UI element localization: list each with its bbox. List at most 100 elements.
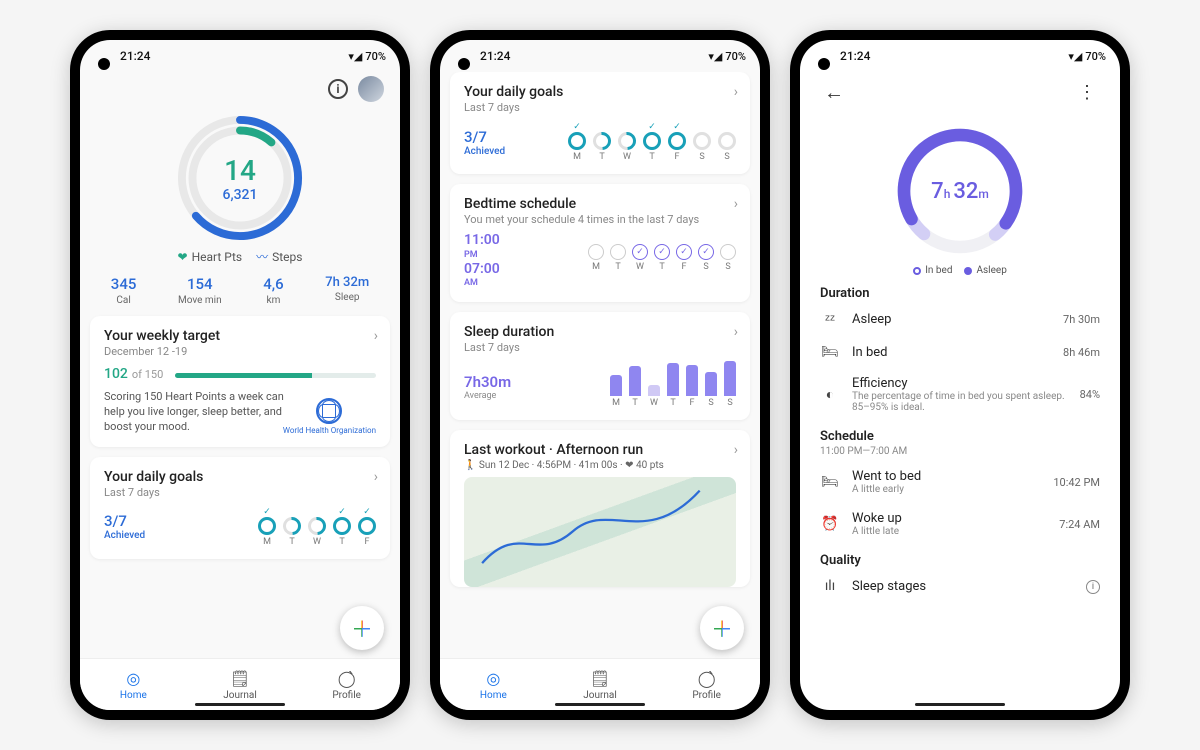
globe-icon [316,398,342,424]
card-bedtime-schedule[interactable]: › Bedtime schedule You met your schedule… [450,184,750,302]
avatar[interactable] [358,76,384,102]
workout-map[interactable] [464,477,736,587]
stat-movemin[interactable]: 154Move min [178,275,222,306]
sleep-ring: 7h 32m [890,121,1030,261]
daily-score: 3/7 Achieved [104,512,145,541]
card-title: Last workout · Afternoon run [464,442,736,458]
card-weekly-target[interactable]: › Your weekly target December 12 -19 102… [90,316,390,447]
bedtime-day: ✓F [676,244,692,272]
detail-row[interactable]: ᶻᶻ Asleep 7h 30m [816,303,1104,336]
profile-icon: ◯̀ [337,668,357,688]
sleep-bar [629,366,641,396]
day-circle: W [618,122,636,162]
day-circle: ✓T [333,507,351,547]
card-sleep-duration[interactable]: › Sleep duration Last 7 days 7h30m Avera… [450,312,750,420]
section-quality: Quality [816,553,1104,568]
stats-row: 345Cal 154Move min 4,6km 7h 32mSleep [90,275,390,306]
heart-pts-value: 14 [224,154,256,187]
journal-icon: 🗒 [590,668,610,688]
gesture-bar [195,703,285,706]
bedtime-day: ✓W [632,244,648,272]
daily-score: 3/7 Achieved [464,128,505,157]
heart-icon: ❤ [178,250,188,264]
sleep-bar [705,372,717,395]
day-circles: ✓MTW✓T✓F [258,507,376,547]
card-subtitle: December 12 -19 [104,345,376,358]
day-circle: S [718,122,736,162]
nav-profile[interactable]: ◯̀Profile [293,659,400,710]
day-circle: ✓T [643,122,661,162]
gesture-bar [915,703,1005,706]
bedtime-day: T [610,244,626,272]
clock: 21:24 [120,49,150,63]
bedtime-day: M [588,244,604,272]
info-icon[interactable]: i [1086,580,1100,594]
back-button[interactable]: ← [822,76,846,109]
eff-icon: ◐ [820,386,840,403]
day-circle: ✓M [568,122,586,162]
stages-icon: ılı [820,578,840,594]
more-icon[interactable]: ⋮ [1076,78,1098,107]
plus-icon: ＋ [711,612,733,644]
bedtime-day: ✓T [654,244,670,272]
card-title: Your daily goals [104,469,376,485]
zzz-icon: ᶻᶻ [820,311,840,328]
chevron-right-icon: › [734,442,738,458]
day-circle: ✓M [258,507,276,547]
steps-value: 6,321 [223,187,258,203]
day-circle: T [593,122,611,162]
sleep-bar [667,363,679,395]
phone-home: 21:24 ▾◢ 70% i 14 6,321 [70,30,410,720]
info-icon[interactable]: i [328,79,348,99]
sleep-bar [610,375,622,396]
ring-legend: ❤ Heart Pts 〰 Steps [90,248,390,265]
detail-row[interactable]: 🛏 In bed 8h 46m [816,336,1104,368]
plus-icon: ＋ [351,612,373,644]
card-daily-goals[interactable]: › Your daily goals Last 7 days 3/7 Achie… [450,72,750,174]
day-circle: ✓F [358,507,376,547]
card-title: Bedtime schedule [464,196,736,212]
phone-cards: 21:24 ▾◢ 70% › Your daily goals Last 7 d… [430,30,770,720]
chevron-right-icon: › [734,196,738,212]
section-schedule: Schedule [816,429,1104,444]
status-bar: 21:24 ▾◢ 70% [440,40,760,72]
clock: 21:24 [480,49,510,63]
fab-add[interactable]: ＋ [340,606,384,650]
chevron-right-icon: › [374,469,378,485]
progress-bar [175,373,376,378]
card-daily-goals[interactable]: › Your daily goals Last 7 days 3/7 Achie… [90,457,390,559]
sleep-bar [686,365,698,396]
nav-home[interactable]: ◎Home [440,659,547,710]
status-icons: ▾◢ 70% [708,50,746,63]
card-title: Your weekly target [104,328,376,344]
chevron-right-icon: › [374,328,378,344]
section-duration: Duration [816,286,1104,301]
bedtime-days: MT✓W✓T✓F✓SS [588,244,736,272]
workout-meta: 🚶 Sun 12 Dec · 4:56PM · 41m 00s · ❤ 40 p… [464,460,736,471]
gesture-bar [555,703,645,706]
sleep-average: 7h30m Average [464,373,511,401]
status-icons: ▾◢ 70% [1068,50,1106,63]
detail-row[interactable]: ⏰ Woke upA little late 7:24 AM [816,503,1104,545]
detail-row[interactable]: ◐ EfficiencyThe percentage of time in be… [816,368,1104,421]
day-circles: ✓MTW✓T✓FSS [568,122,736,162]
bed-icon: 🛏 [820,344,840,360]
stat-cal[interactable]: 345Cal [111,275,137,306]
activity-ring[interactable]: 14 6,321 [174,112,306,244]
nav-home[interactable]: ◎Home [80,659,187,710]
fab-add[interactable]: ＋ [700,606,744,650]
stat-sleep[interactable]: 7h 32mSleep [325,275,369,306]
day-circle: ✓F [668,122,686,162]
chevron-right-icon: › [734,84,738,100]
nav-profile[interactable]: ◯̀Profile [653,659,760,710]
status-icons: ▾◢ 70% [348,50,386,63]
stat-km[interactable]: 4,6km [263,275,283,306]
alarm-icon: ⏰ [820,516,840,532]
sleep-duration-value: 7h 32m [890,121,1030,261]
card-last-workout[interactable]: › Last workout · Afternoon run 🚶 Sun 12 … [450,430,750,587]
detail-row[interactable]: 🛏 Went to bedA little early 10:42 PM [816,461,1104,503]
chevron-right-icon: › [734,324,738,340]
card-title: Sleep duration [464,324,736,340]
sleep-bar [724,361,736,395]
detail-row[interactable]: ılı Sleep stages i [816,570,1104,602]
